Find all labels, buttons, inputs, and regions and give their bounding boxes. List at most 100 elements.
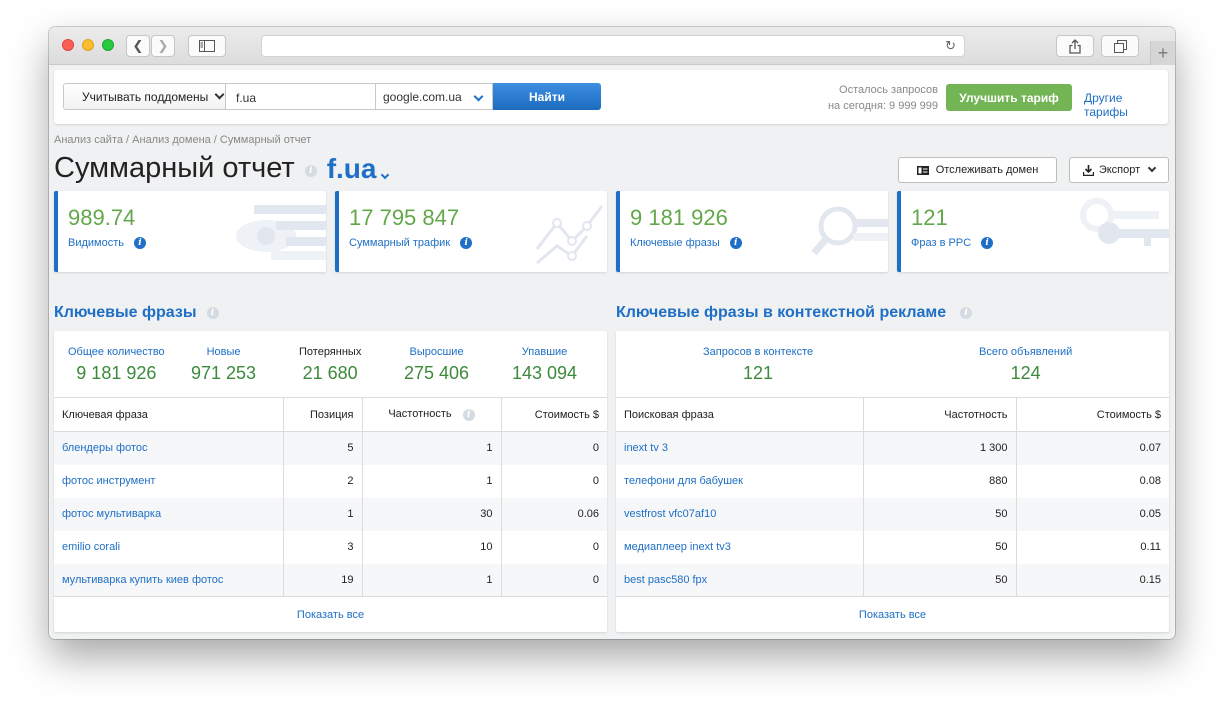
table-header: Ключевая фраза Позиция Частотность i Сто…	[54, 397, 607, 432]
col-cost[interactable]: Стоимость $	[1015, 397, 1169, 432]
domain-input[interactable]: f.ua	[226, 83, 376, 110]
table-row: мультиварка купить киев фотос 19 1 0	[54, 563, 607, 597]
zoom-window-button[interactable]	[102, 39, 114, 51]
cost-cell: 0.07	[1015, 431, 1169, 465]
organic-stats: Общее количество 9 181 926 Новые 971 253…	[54, 331, 607, 397]
phrase-link[interactable]: best pasc580 fpx	[616, 563, 863, 597]
eye-chart-icon	[236, 205, 326, 260]
info-icon[interactable]: i	[462, 409, 475, 421]
address-bar[interactable]: ↻	[261, 35, 965, 57]
table-row: inext tv 3 1 300 0.07	[616, 431, 1169, 465]
browser-window: ❮ ❯ ↻ + Учитывать поддомены f.ua google.…	[49, 27, 1175, 639]
visibility-value: 989.74	[68, 205, 136, 230]
organic-keywords-table: Ключевая фраза Позиция Частотность i Сто…	[54, 397, 607, 597]
export-button[interactable]: Экспорт	[1069, 157, 1169, 183]
stat-label: Новые	[206, 346, 241, 358]
keyword-link[interactable]: блендеры фотос	[54, 431, 283, 465]
info-icon[interactable]: i	[960, 307, 973, 319]
find-button[interactable]: Найти	[493, 83, 601, 110]
stat-label: Потерянных	[299, 346, 362, 358]
other-tariffs-link[interactable]: Другие тарифы	[1084, 91, 1168, 119]
track-domain-label: Отслеживать домен	[935, 164, 1039, 176]
quota-line2: на сегодня: 9 999 999	[827, 100, 938, 112]
phrase-link[interactable]: vestfrost vfc07af10	[616, 497, 863, 531]
ppc-card[interactable]: 121 Фраз в PPC i	[897, 191, 1169, 272]
monitor-icon	[916, 165, 929, 175]
breadcrumb[interactable]: Анализ сайта / Анализ домена / Суммарный…	[54, 134, 311, 146]
search-engine-select[interactable]: google.com.ua	[376, 83, 493, 110]
keywords-card[interactable]: 9 181 926 Ключевые фразы i	[616, 191, 888, 272]
info-icon[interactable]: i	[304, 164, 317, 177]
stat-value: 21 680	[302, 363, 358, 383]
subdomain-select-label: Учитывать поддомены	[82, 89, 209, 104]
stat-total[interactable]: Общее количество 9 181 926	[68, 346, 165, 384]
stat-label: Упавшие	[521, 346, 568, 358]
quota-line1: Осталось запросов	[839, 84, 938, 96]
col-keyword[interactable]: Ключевая фраза	[54, 397, 283, 432]
cost-cell: 0	[500, 464, 607, 498]
stat-ppc-queries[interactable]: Запросов в контексте 121	[703, 346, 813, 384]
reload-icon[interactable]: ↻	[945, 38, 956, 54]
frequency-cell: 1	[361, 563, 501, 597]
search-toolbar: Учитывать поддомены f.ua google.com.ua Н…	[54, 70, 1168, 124]
col-position[interactable]: Позиция	[282, 397, 362, 432]
stat-value: 275 406	[404, 363, 470, 383]
track-domain-button[interactable]: Отслеживать домен	[898, 157, 1057, 183]
table-row: медиаплеер inext tv3 50 0.11	[616, 530, 1169, 564]
info-icon[interactable]: i	[460, 237, 473, 249]
info-icon[interactable]: i	[729, 237, 742, 249]
sidebar-icon	[199, 40, 215, 52]
sidebar-toggle-button[interactable]	[188, 35, 226, 57]
subdomain-select[interactable]: Учитывать поддомены	[63, 83, 226, 110]
keywords-label-text: Ключевые фразы	[630, 237, 720, 249]
stat-new[interactable]: Новые 971 253	[191, 346, 256, 384]
col-frequency[interactable]: Частотность	[862, 397, 1016, 432]
keyword-link[interactable]: фотос инструмент	[54, 465, 283, 498]
keywords-label: Ключевые фразы i	[630, 237, 742, 249]
info-icon[interactable]: i	[981, 237, 994, 249]
visibility-card[interactable]: 989.74 Видимость i	[54, 191, 326, 272]
keyword-link[interactable]: мультиварка купить киев фотос	[54, 563, 283, 597]
stat-grown[interactable]: Выросшие 275 406	[404, 346, 469, 384]
col-search-phrase[interactable]: Поисковая фраза	[616, 397, 863, 432]
frequency-cell: 30	[361, 497, 501, 531]
phrase-link[interactable]: медиаплеер inext tv3	[616, 531, 863, 564]
back-button[interactable]: ❮	[126, 35, 150, 57]
upgrade-tariff-button[interactable]: Улучшить тариф	[946, 84, 1072, 111]
chevron-down-icon	[1147, 163, 1157, 173]
stat-ppc-ads[interactable]: Всего объявлений 124	[979, 346, 1072, 384]
keyword-link[interactable]: emilio corali	[54, 531, 283, 564]
phrase-link[interactable]: телефони для бабушек	[616, 465, 863, 498]
stat-dropped[interactable]: Упавшие 143 094	[512, 346, 577, 384]
show-tabs-button[interactable]	[1101, 35, 1139, 57]
stat-label: Всего объявлений	[979, 346, 1073, 358]
organic-title-text: Ключевые фразы	[54, 304, 197, 321]
minimize-window-button[interactable]	[82, 39, 94, 51]
ppc-keywords-panel: Запросов в контексте 121 Всего объявлени…	[616, 331, 1169, 632]
show-all-ppc-link[interactable]: Показать все	[616, 596, 1169, 632]
forward-button[interactable]: ❯	[151, 35, 175, 57]
table-row: телефони для бабушек 880 0.08	[616, 464, 1169, 498]
keyword-link[interactable]: фотос мультиварка	[54, 497, 283, 531]
traffic-card[interactable]: 17 795 847 Суммарный трафик i	[335, 191, 607, 272]
col-cost[interactable]: Стоимость $	[500, 397, 607, 432]
info-icon[interactable]: i	[206, 307, 219, 319]
key-icon	[1080, 198, 1169, 246]
traffic-value: 17 795 847	[349, 205, 460, 230]
domain-switcher[interactable]: f.ua	[327, 153, 390, 185]
table-row: фотос инструмент 2 1 0	[54, 464, 607, 498]
phrase-link[interactable]: inext tv 3	[616, 431, 863, 465]
ppc-title-text: Ключевые фразы в контекстной рекламе	[616, 304, 947, 321]
plus-icon: +	[1157, 42, 1169, 63]
show-all-organic-link[interactable]: Показать все	[54, 596, 607, 632]
share-button[interactable]	[1056, 35, 1094, 57]
info-icon[interactable]: i	[134, 237, 146, 249]
search-engine-label: google.com.ua	[383, 89, 462, 104]
visibility-label: Видимость i	[68, 237, 146, 249]
frequency-cell: 10	[361, 530, 501, 564]
col-frequency[interactable]: Частотность i	[361, 397, 501, 432]
close-window-button[interactable]	[62, 39, 74, 51]
new-tab-button[interactable]: +	[1150, 41, 1175, 65]
page-content: Учитывать поддомены f.ua google.com.ua Н…	[49, 66, 1175, 639]
magnifier-icon	[811, 206, 888, 256]
